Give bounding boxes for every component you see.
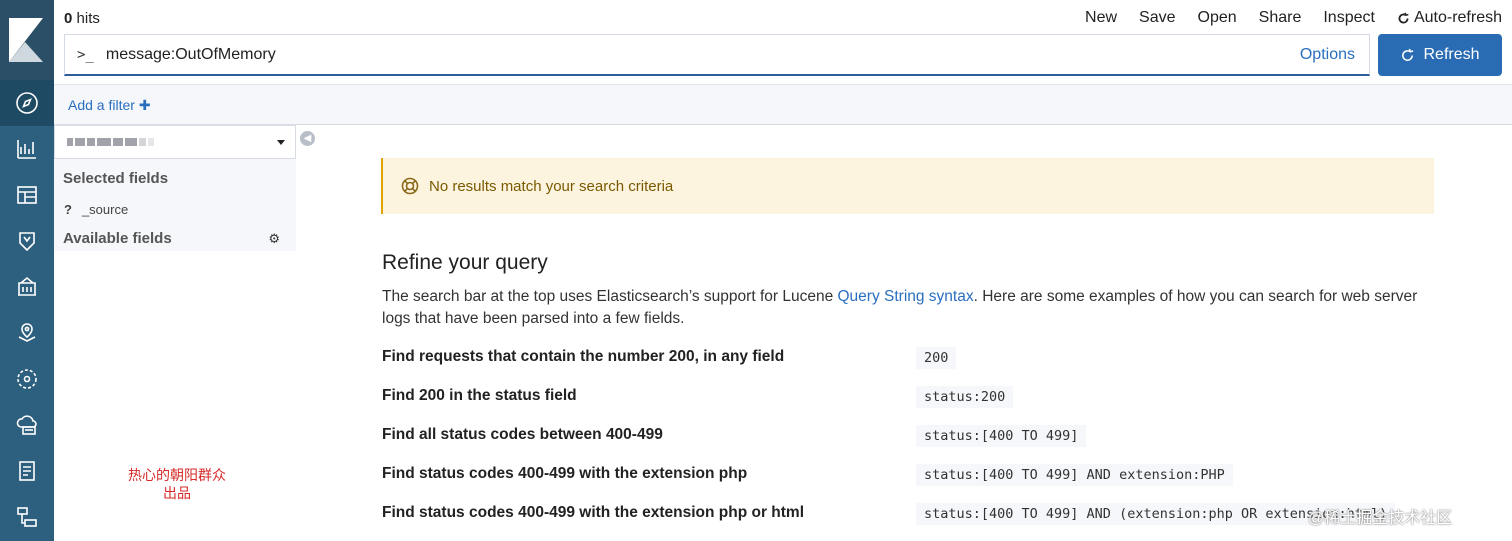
refresh-button[interactable]: Refresh: [1378, 34, 1502, 76]
nav-apm-icon[interactable]: [0, 494, 54, 540]
refresh-icon: [1402, 48, 1414, 61]
example-code: status:[400 TO 499]: [916, 425, 1087, 447]
top-bar: 0 hits New Save Open Share Inspect Auto-…: [54, 0, 1512, 84]
filter-bar: Add a filter ✚: [54, 84, 1512, 125]
refine-description: The search bar at the top uses Elasticse…: [382, 288, 1418, 327]
nav-infrastructure-icon[interactable]: [0, 402, 54, 448]
help-icon: [401, 177, 419, 195]
field-sidebar: Selected fields ? _source Available fiel…: [54, 125, 296, 251]
side-nav: [0, 0, 54, 541]
field-type-icon: ?: [64, 202, 72, 217]
nav-ml-icon[interactable]: [0, 356, 54, 402]
menu-open[interactable]: Open: [1198, 9, 1237, 27]
field-name: _source: [81, 202, 129, 217]
nav-logs-icon[interactable]: [0, 448, 54, 494]
callout-text: No results match your search criteria: [429, 177, 674, 195]
example-label: Find 200 in the status field: [382, 387, 577, 404]
example-code: status:[400 TO 499] AND extension:PHP: [916, 464, 1233, 486]
nav-dashboard-icon[interactable]: [0, 172, 54, 218]
refresh-cycle-icon: [1398, 12, 1409, 23]
nav-visualize-icon[interactable]: [0, 126, 54, 172]
search-input[interactable]: message:OutOfMemory: [106, 46, 276, 64]
menu-new[interactable]: New: [1085, 9, 1117, 27]
refine-title: Refine your query: [382, 251, 548, 274]
plus-icon: ✚: [138, 97, 151, 113]
nav-maps-icon[interactable]: [0, 310, 54, 356]
query-prompt-icon: >_: [77, 46, 94, 63]
chevron-down-icon: [277, 140, 285, 145]
menu-share[interactable]: Share: [1259, 9, 1302, 27]
site-watermark: @稀土掘金技术社区: [1308, 510, 1453, 527]
auto-refresh-button[interactable]: Auto-refresh: [1397, 9, 1502, 27]
menu-inspect[interactable]: Inspect: [1323, 9, 1375, 27]
example-label: Find status codes 400-499 with the exten…: [382, 465, 748, 482]
example-label: Find all status codes between 400-499: [382, 426, 663, 443]
refresh-label: Refresh: [1423, 46, 1480, 63]
nav-timelion-icon[interactable]: [0, 218, 54, 264]
menu-save[interactable]: Save: [1139, 9, 1175, 27]
search-bar[interactable]: >_ message:OutOfMemory Options: [64, 34, 1370, 76]
field-source[interactable]: ? _source: [64, 202, 128, 217]
add-filter-link[interactable]: Add a filter ✚: [68, 97, 151, 114]
available-fields-title: Available fields: [63, 230, 172, 247]
watermark-text: 热心的朝阳群众 出品: [128, 467, 226, 501]
auto-refresh-label: Auto-refresh: [1413, 9, 1502, 26]
hits-count: 0 hits: [64, 10, 100, 27]
top-menu: New Save Open Share Inspect Auto-refresh: [1085, 9, 1502, 27]
collapse-sidebar-icon[interactable]: ◀: [300, 131, 315, 146]
selected-fields-title: Selected fields: [63, 170, 169, 187]
index-pattern-select[interactable]: [54, 125, 296, 159]
index-pattern-redacted: [67, 138, 154, 146]
no-results-callout: No results match your search criteria: [381, 158, 1434, 214]
nav-discover-icon[interactable]: [0, 80, 54, 126]
example-code: status:200: [916, 386, 1014, 408]
query-syntax-link[interactable]: Query String syntax: [838, 288, 974, 305]
gear-icon[interactable]: ⚙: [268, 231, 280, 247]
nav-canvas-icon[interactable]: [0, 264, 54, 310]
example-code: 200: [916, 347, 957, 369]
example-label: Find requests that contain the number 20…: [382, 348, 785, 365]
example-label: Find status codes 400-499 with the exten…: [382, 504, 805, 521]
kibana-logo[interactable]: [0, 0, 54, 80]
options-link[interactable]: Options: [1300, 46, 1355, 64]
